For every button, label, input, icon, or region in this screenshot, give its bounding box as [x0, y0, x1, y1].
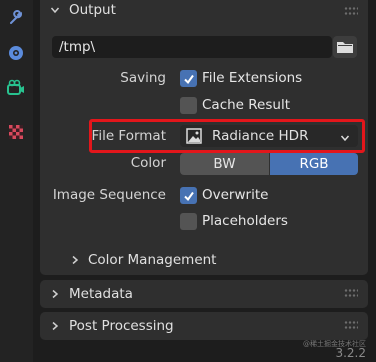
chevron-right-icon [70, 255, 80, 265]
color-management-title: Color Management [88, 252, 217, 268]
chevron-down-icon [50, 5, 60, 15]
checkmark-icon [183, 74, 194, 84]
wrench-icon[interactable] [5, 7, 27, 29]
image-icon [186, 128, 204, 144]
output-camera-icon[interactable] [5, 77, 27, 99]
file-extensions-checkbox[interactable] [180, 70, 197, 87]
image-sequence-label: Image Sequence [52, 187, 166, 203]
texture-checker-icon[interactable] [5, 121, 27, 143]
output-panel-title: Output [69, 2, 116, 18]
color-option-bw[interactable]: BW [180, 153, 269, 175]
post-processing-panel-header: Post Processing [40, 312, 368, 340]
drag-handle-icon[interactable] [344, 6, 358, 16]
properties-tab-strip [0, 0, 33, 362]
color-label: Color [130, 155, 166, 171]
output-panel-header[interactable]: Output [40, 0, 368, 24]
file-format-dropdown[interactable]: Radiance HDR [180, 125, 358, 147]
placeholders-label[interactable]: Placeholders [202, 213, 288, 229]
post-processing-panel-title: Post Processing [69, 318, 174, 334]
post-processing-panel[interactable]: Post Processing [40, 312, 368, 340]
chevron-down-icon [340, 131, 350, 147]
color-management-subpanel-header[interactable]: Color Management [62, 246, 352, 274]
metadata-panel-header: Metadata [40, 280, 368, 308]
physics-icon[interactable] [5, 42, 27, 64]
overwrite-checkbox[interactable] [180, 187, 197, 204]
version-label: 3.2.2 [335, 346, 366, 360]
drag-handle-icon[interactable] [344, 288, 358, 298]
chevron-right-icon [50, 289, 60, 299]
cache-result-label[interactable]: Cache Result [202, 97, 290, 113]
saving-label: Saving [120, 70, 166, 86]
cache-result-checkbox[interactable] [180, 97, 197, 114]
metadata-panel-title: Metadata [69, 286, 133, 302]
output-panel: Output /tmp\ Saving File Extensions Cach… [40, 0, 368, 275]
output-path-field[interactable]: /tmp\ [52, 36, 332, 58]
file-format-value: Radiance HDR [212, 128, 309, 144]
properties-editor: Output /tmp\ Saving File Extensions Cach… [38, 0, 370, 346]
file-extensions-label[interactable]: File Extensions [202, 70, 302, 86]
folder-browse-button[interactable] [333, 36, 357, 58]
placeholders-checkbox[interactable] [180, 213, 197, 230]
folder-icon [337, 42, 353, 53]
drag-handle-icon[interactable] [344, 320, 358, 330]
metadata-panel[interactable]: Metadata [40, 280, 368, 308]
file-format-label: File Format [91, 128, 166, 144]
checkmark-icon [183, 191, 194, 201]
chevron-right-icon [50, 321, 60, 331]
overwrite-label[interactable]: Overwrite [202, 187, 268, 203]
color-option-rgb[interactable]: RGB [270, 153, 358, 175]
